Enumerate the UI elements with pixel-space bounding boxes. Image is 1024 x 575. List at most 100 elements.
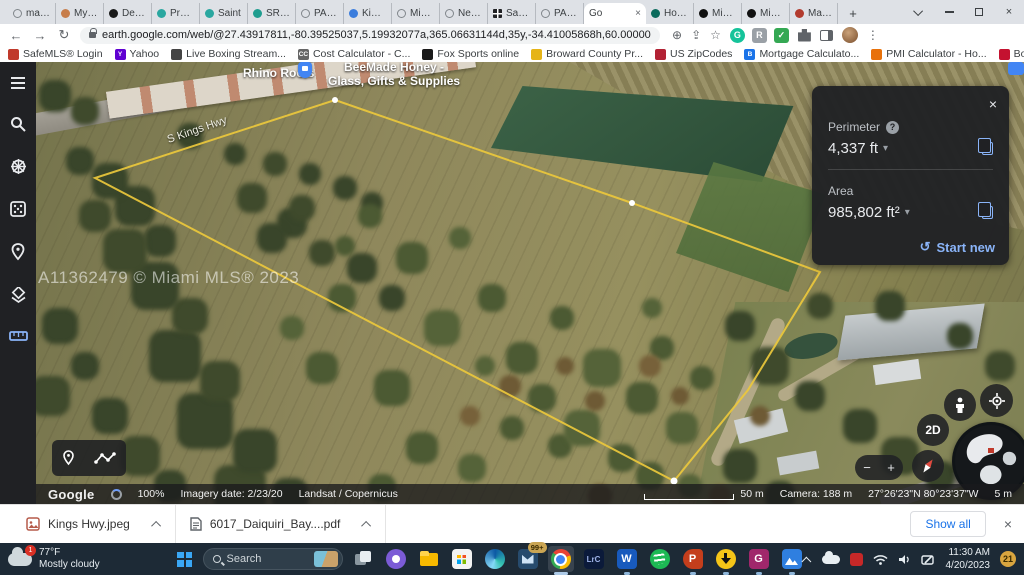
taskbar-app-task-view[interactable] (350, 546, 376, 572)
extension-icon[interactable]: ✓ (774, 28, 789, 43)
tab-sampl[interactable]: Sampl (488, 3, 536, 24)
onedrive-icon[interactable] (822, 555, 840, 564)
install-icon[interactable]: ⊕ (672, 28, 682, 42)
bookmark-cost-calculator-c-[interactable]: CCCost Calculator - C... (298, 48, 410, 60)
copy-icon[interactable] (982, 206, 993, 219)
maximize-button[interactable] (964, 0, 994, 24)
voyager-icon[interactable] (10, 158, 27, 175)
tab-prope[interactable]: Prope (152, 3, 200, 24)
extensions-puzzle-icon[interactable] (798, 29, 811, 42)
bookmark-pmi-calculator-ho-[interactable]: PMI Calculator - Ho... (871, 48, 986, 60)
tab-main-t[interactable]: main.t (8, 3, 56, 24)
search-highlight-image[interactable] (314, 551, 338, 567)
taskbar-app-chrome[interactable] (548, 546, 574, 572)
bookmark-mortgage-calculato-[interactable]: BMortgage Calculato... (744, 48, 859, 60)
reload-icon[interactable]: ↻ (56, 27, 72, 43)
taskbar-app-word[interactable]: W (614, 546, 640, 572)
tray-app-icon[interactable] (850, 553, 863, 566)
taskbar-app-file-explorer[interactable] (416, 546, 442, 572)
tab-micro[interactable]: Micro (392, 3, 440, 24)
poi-pin-icon[interactable] (298, 62, 312, 78)
copy-icon[interactable] (982, 142, 993, 155)
taskbar-app-spotify[interactable] (647, 546, 673, 572)
pegman-street-view-button[interactable] (944, 389, 976, 421)
close-downloads-icon[interactable]: × (1004, 516, 1012, 532)
location-pin-icon[interactable] (62, 450, 75, 466)
taskbar-app-photos[interactable] (779, 546, 805, 572)
tab-matrix[interactable]: Matrix (790, 3, 838, 24)
pen-battery-icon[interactable] (921, 554, 936, 565)
tab-saint[interactable]: Saint (200, 3, 248, 24)
close-icon[interactable]: × (989, 96, 997, 112)
tab-papa-[interactable]: PAPA- (536, 3, 584, 24)
weather-widget[interactable]: 1 77°F Mostly cloudy (0, 547, 174, 572)
menu-icon[interactable] (10, 76, 26, 90)
profile-avatar[interactable] (842, 27, 858, 43)
compass-button[interactable] (912, 450, 944, 482)
tab-decen[interactable]: Decen (104, 3, 152, 24)
taskbar-search[interactable]: Search (203, 548, 343, 570)
earth-3d-viewport[interactable]: Rhino Roofs BeeMade Honey - Glass, Gifts… (36, 62, 1024, 504)
feeling-lucky-dice-icon[interactable] (10, 201, 26, 217)
bookmark-boa-borrower-portal[interactable]: BoA Borrower Portal (999, 48, 1024, 60)
show-all-downloads-button[interactable]: Show all (910, 511, 985, 537)
download-item[interactable]: Kings Hwy.jpeg (12, 505, 176, 543)
extension-icon[interactable]: R (752, 28, 767, 43)
taskbar-app-g-app[interactable]: G (746, 546, 772, 572)
forward-icon[interactable]: → (32, 28, 48, 43)
taskbar-app-video-app[interactable] (383, 546, 409, 572)
bookmark-live-boxing-stream-[interactable]: Live Boxing Stream... (171, 48, 286, 60)
start-new-button[interactable]: ↺ Start new (920, 239, 995, 255)
minimize-button[interactable] (934, 0, 964, 24)
tab-search-chevron-icon[interactable] (904, 0, 934, 24)
download-item[interactable]: 6017_Daiquiri_Bay....pdf (176, 505, 387, 543)
address-bar[interactable]: earth.google.com/web/@27.43917811,-80.39… (80, 27, 660, 44)
taskbar-app-store[interactable] (449, 546, 475, 572)
bookmark-yahoo[interactable]: YYahoo (115, 48, 160, 60)
tab-new-h[interactable]: New H (440, 3, 488, 24)
new-tab-button[interactable]: + (844, 4, 862, 22)
tab-close-icon[interactable]: × (635, 8, 641, 19)
measure-ruler-icon[interactable] (9, 330, 28, 342)
unit-dropdown-icon[interactable]: ▾ (883, 143, 888, 154)
poi-label-beemade[interactable]: BeeMade Honey - Glass, Gifts & Supplies (328, 62, 460, 89)
layers-icon[interactable] (10, 287, 27, 304)
2d-toggle-button[interactable]: 2D (917, 414, 949, 446)
zoom-in-button[interactable]: + (887, 460, 895, 475)
taskbar-app-lightroom[interactable]: LrC (581, 546, 607, 572)
download-menu-caret-icon[interactable] (361, 520, 371, 530)
volume-icon[interactable] (898, 554, 911, 565)
bookmark-fox-sports-online[interactable]: Fox Sports online (422, 48, 519, 60)
taskbar-clock[interactable]: 11:30 AM 4/20/2023 (946, 546, 991, 572)
measure-path-icon[interactable] (94, 451, 116, 465)
tab-miami[interactable]: Miami (742, 3, 790, 24)
extension-icon[interactable]: G (730, 28, 745, 43)
tab-my-3-s[interactable]: My 3 S (56, 3, 104, 24)
search-icon[interactable] (10, 116, 26, 132)
bookmark-us-zipcodes[interactable]: US ZipCodes (655, 48, 732, 60)
share-icon[interactable]: ⇪ (691, 28, 701, 42)
taskbar-app-edge[interactable] (482, 546, 508, 572)
my-location-button[interactable] (980, 384, 1013, 417)
unit-dropdown-icon[interactable]: ▾ (905, 207, 910, 218)
bookmark-safemls-login[interactable]: SafeMLS® Login (8, 48, 103, 60)
taskbar-app-downloader[interactable] (713, 546, 739, 572)
tab-home[interactable]: Home (646, 3, 694, 24)
close-window-button[interactable]: × (994, 0, 1024, 24)
bookmark-broward-county-pr-[interactable]: Broward County Pr... (531, 48, 643, 60)
tab-sriaa[interactable]: SRIAA (248, 3, 296, 24)
bookmark-star-icon[interactable]: ☆ (710, 28, 721, 42)
poi-pin-icon[interactable] (1008, 62, 1024, 75)
zoom-out-button[interactable]: − (863, 460, 871, 475)
browser-menu-icon[interactable]: ⋮ (867, 28, 879, 42)
tab-kidne[interactable]: Kidne (344, 3, 392, 24)
notification-count-badge[interactable]: 21 (1000, 551, 1016, 567)
help-icon[interactable]: ? (886, 121, 899, 134)
tab-miami[interactable]: Miami (694, 3, 742, 24)
tab-go[interactable]: Go× (584, 3, 646, 24)
download-menu-caret-icon[interactable] (151, 520, 161, 530)
taskbar-app-powerpoint[interactable]: P (680, 546, 706, 572)
taskbar-app-mail[interactable]: 99+ (515, 546, 541, 572)
back-icon[interactable]: ← (8, 28, 24, 43)
tab-paslc[interactable]: PASLC (296, 3, 344, 24)
